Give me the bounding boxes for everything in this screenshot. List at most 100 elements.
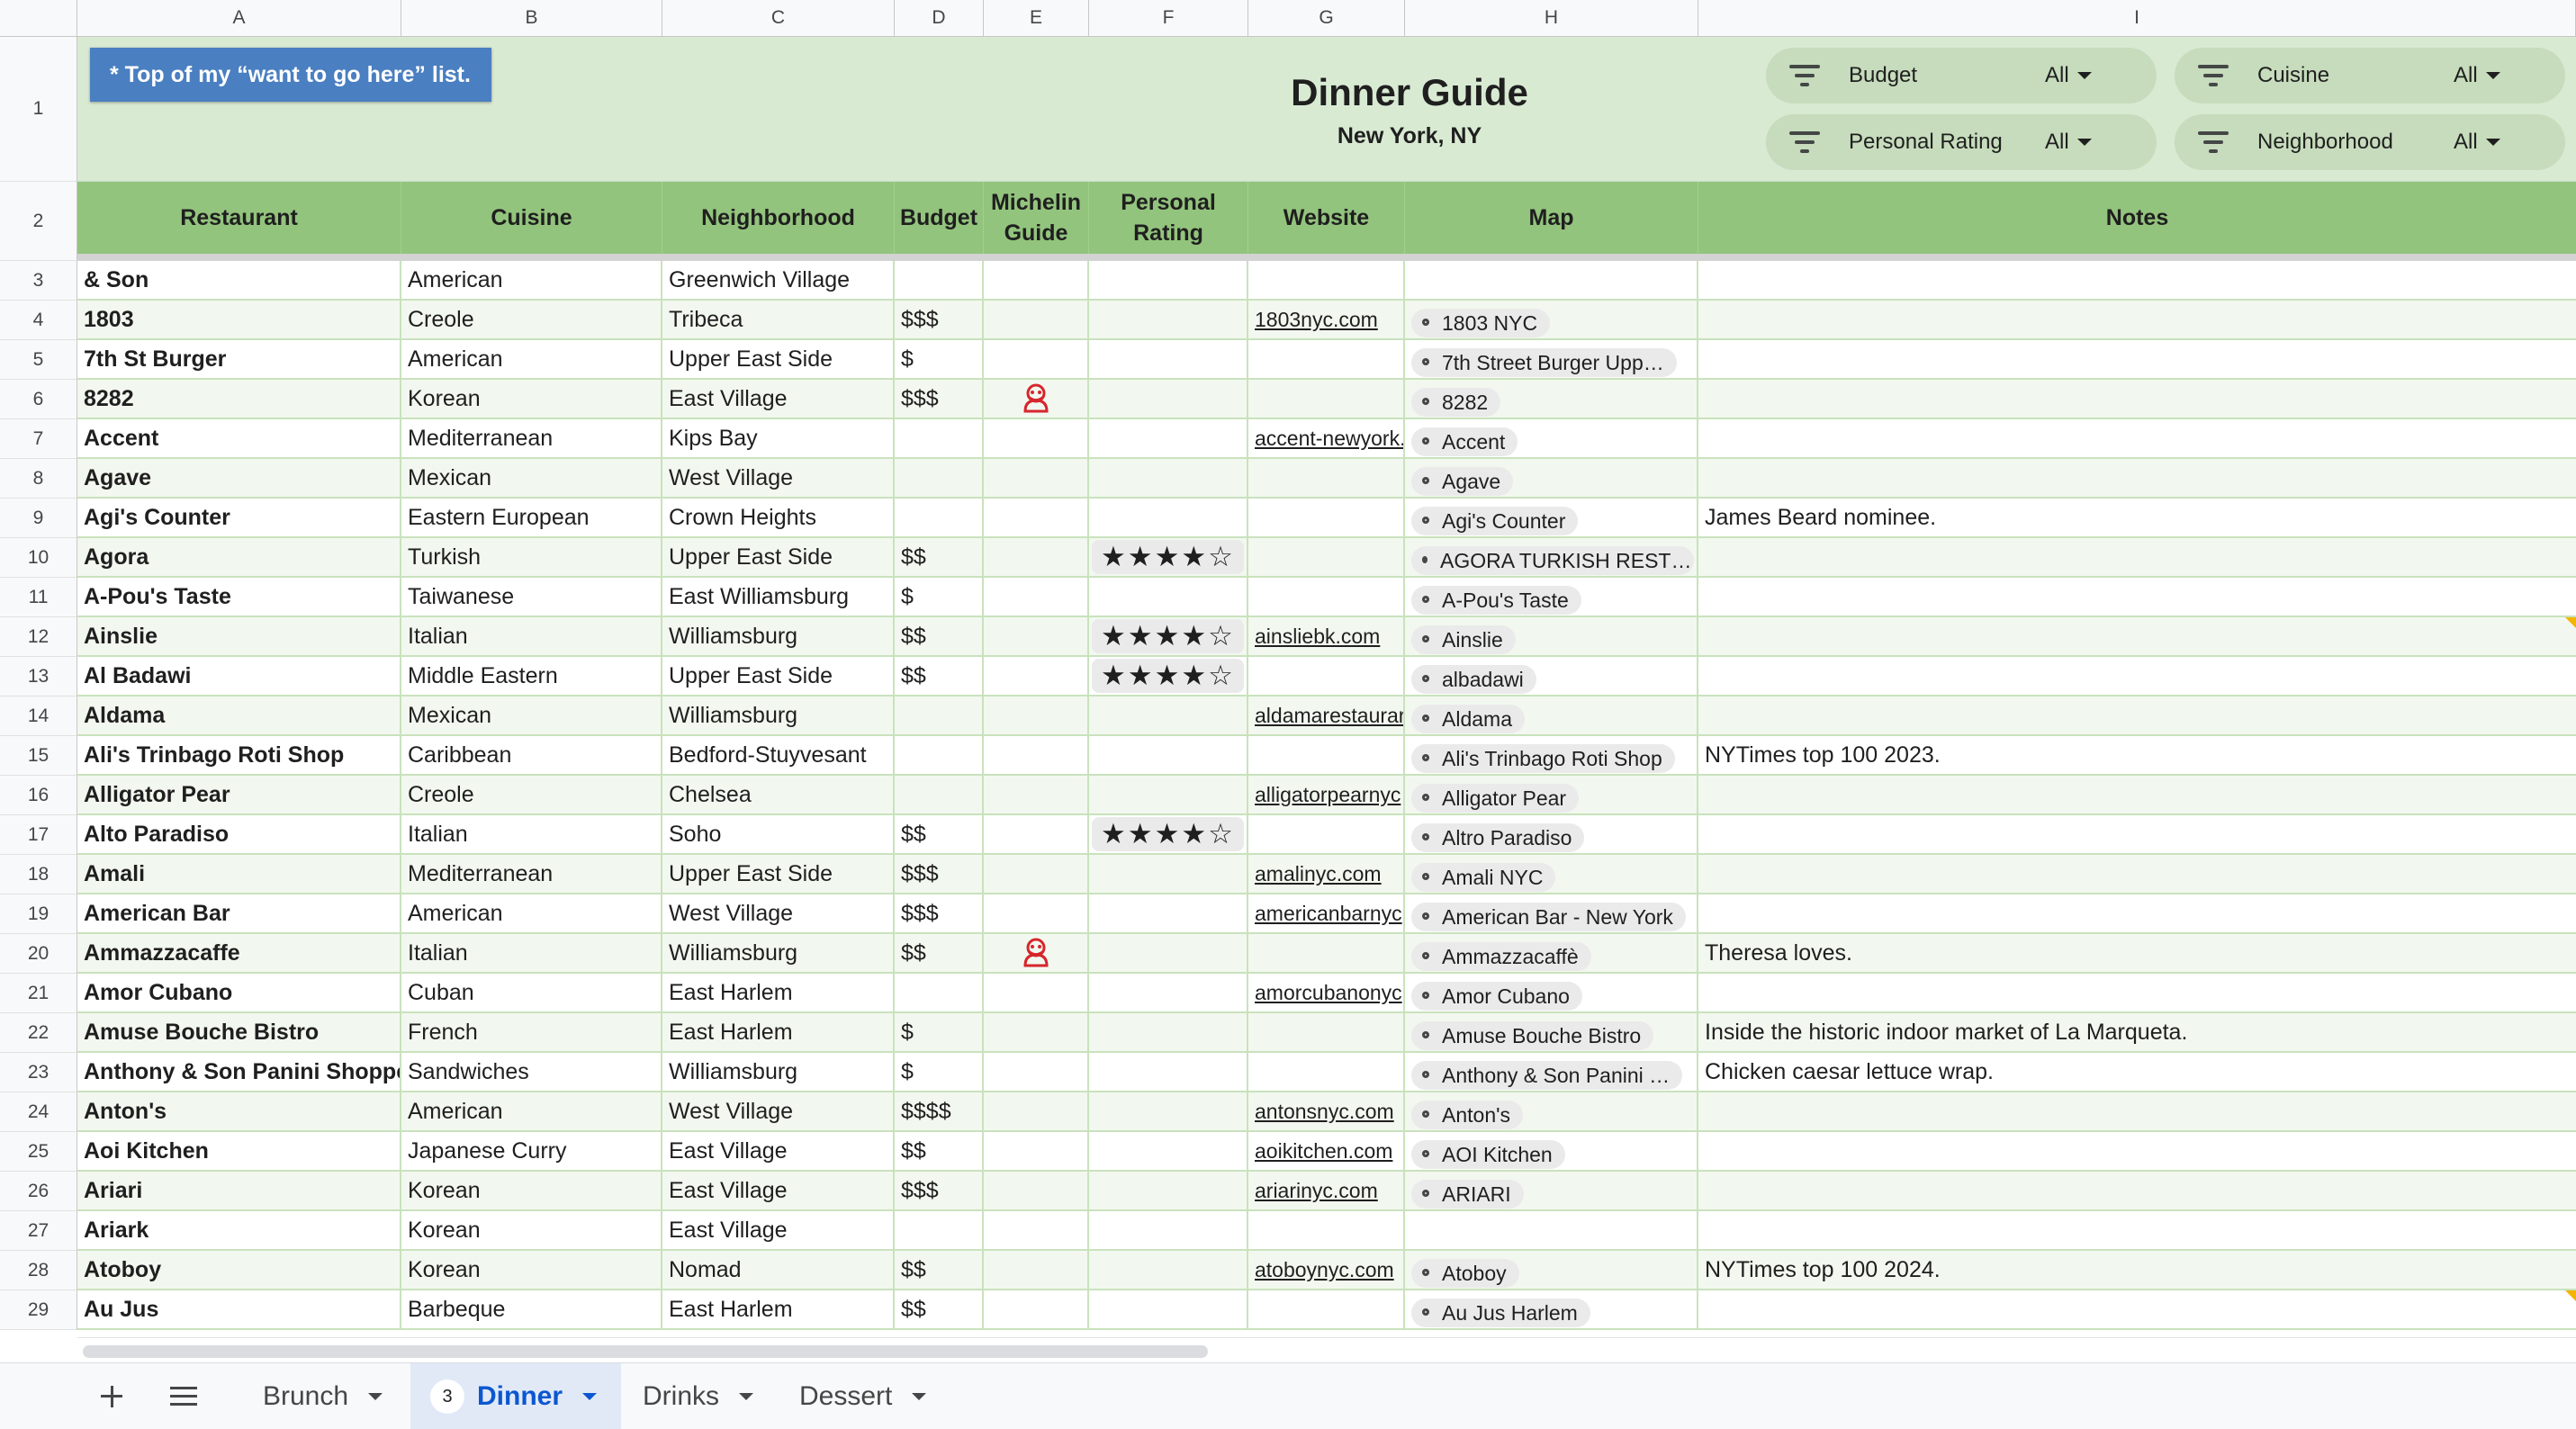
chevron-down-icon[interactable]	[912, 1393, 927, 1400]
column-header-d[interactable]: D	[895, 0, 984, 37]
cell-neighborhood[interactable]: Upper East Side	[662, 538, 895, 576]
cell-map[interactable]: American Bar - New York	[1405, 894, 1698, 932]
cell-cuisine[interactable]: Middle Eastern	[401, 657, 662, 695]
cell-neighborhood[interactable]: West Village	[662, 894, 895, 932]
cell-budget[interactable]: $$$	[895, 855, 984, 893]
cell-restaurant[interactable]: 1803	[77, 301, 401, 338]
cell-rating[interactable]	[1089, 499, 1248, 536]
row-header[interactable]: 26	[0, 1172, 77, 1211]
header-budget[interactable]: Budget	[895, 182, 984, 254]
cell-website-link[interactable]: ariarinyc.com	[1248, 1172, 1405, 1209]
cell-neighborhood[interactable]: West Village	[662, 459, 895, 497]
row-header[interactable]: 12	[0, 617, 77, 657]
map-place-chip[interactable]: albadawi	[1411, 665, 1536, 694]
cell-neighborhood[interactable]: East Village	[662, 1132, 895, 1170]
cell-rating[interactable]	[1089, 894, 1248, 932]
cell-map[interactable]: 8282	[1405, 380, 1698, 418]
cell-rating[interactable]	[1089, 697, 1248, 734]
cell-restaurant[interactable]: & Son	[77, 261, 401, 299]
filter-chip-budget[interactable]: Budget All	[1766, 48, 2157, 103]
cell-michelin[interactable]	[984, 499, 1089, 536]
cell-notes[interactable]	[1698, 1132, 2576, 1170]
column-header-b[interactable]: B	[401, 0, 662, 37]
map-place-chip[interactable]: Altro Paradiso	[1411, 823, 1585, 852]
cell-neighborhood[interactable]: Williamsburg	[662, 617, 895, 655]
cell-michelin[interactable]	[984, 1013, 1089, 1051]
cell-neighborhood[interactable]: Upper East Side	[662, 340, 895, 378]
row-header[interactable]: 9	[0, 499, 77, 538]
map-place-chip[interactable]: Accent	[1411, 427, 1518, 456]
star-rating[interactable]: ★★★★☆	[1092, 659, 1244, 693]
cell-website-link[interactable]	[1248, 1290, 1405, 1328]
cell-cuisine[interactable]: French	[401, 1013, 662, 1051]
cell-restaurant[interactable]: Accent	[77, 419, 401, 457]
cell-website-link[interactable]	[1248, 459, 1405, 497]
cell-notes[interactable]	[1698, 301, 2576, 338]
add-sheet-button[interactable]	[90, 1363, 133, 1429]
filter-value-dropdown[interactable]: All	[2045, 63, 2092, 88]
cell-restaurant[interactable]: Amor Cubano	[77, 974, 401, 1011]
cell-michelin[interactable]	[984, 1290, 1089, 1328]
cell-rating[interactable]	[1089, 1053, 1248, 1091]
filter-value-dropdown[interactable]: All	[2454, 130, 2500, 155]
cell-neighborhood[interactable]: Bedford-Stuyvesant	[662, 736, 895, 774]
cell-restaurant[interactable]: A-Pou's Taste	[77, 578, 401, 616]
row-header[interactable]: 27	[0, 1211, 77, 1251]
cell-cuisine[interactable]: Mexican	[401, 459, 662, 497]
map-place-chip[interactable]: Ali's Trinbago Roti Shop	[1411, 744, 1675, 773]
cell-budget[interactable]	[895, 776, 984, 813]
cell-notes[interactable]	[1698, 419, 2576, 457]
cell-restaurant[interactable]: Ariari	[77, 1172, 401, 1209]
cell-restaurant[interactable]: Ariark	[77, 1211, 401, 1249]
cell-budget[interactable]: $	[895, 340, 984, 378]
map-place-chip[interactable]: Amuse Bouche Bistro	[1411, 1021, 1654, 1050]
cell-cuisine[interactable]: Italian	[401, 934, 662, 972]
cell-michelin[interactable]	[984, 736, 1089, 774]
cell-map[interactable]: A-Pou's Taste	[1405, 578, 1698, 616]
cell-restaurant[interactable]: Anthony & Son Panini Shoppe	[77, 1053, 401, 1091]
comment-indicator[interactable]	[2565, 617, 2576, 628]
header-restaurant[interactable]: Restaurant	[77, 182, 401, 254]
column-header-f[interactable]: F	[1089, 0, 1248, 37]
cell-budget[interactable]: $$	[895, 657, 984, 695]
cell-rating[interactable]: ★★★★☆	[1089, 815, 1248, 853]
cell-website-link[interactable]	[1248, 578, 1405, 616]
cell-cuisine[interactable]: Taiwanese	[401, 578, 662, 616]
cell-notes[interactable]	[1698, 459, 2576, 497]
row-header[interactable]: 6	[0, 380, 77, 419]
cell-map[interactable]: AGORA TURKISH REST…	[1405, 538, 1698, 576]
map-place-chip[interactable]: Ammazzacaffè	[1411, 942, 1591, 971]
cell-website-link[interactable]	[1248, 657, 1405, 695]
map-place-chip[interactable]: AOI Kitchen	[1411, 1140, 1565, 1169]
cell-map[interactable]: 7th Street Burger Upp…	[1405, 340, 1698, 378]
map-place-chip[interactable]: Ainslie	[1411, 625, 1516, 654]
row-header[interactable]: 25	[0, 1132, 77, 1172]
cell-restaurant[interactable]: Ammazzacaffe	[77, 934, 401, 972]
map-place-chip[interactable]: Au Jus Harlem	[1411, 1299, 1590, 1327]
cell-neighborhood[interactable]: East Village	[662, 380, 895, 418]
cell-rating[interactable]	[1089, 1290, 1248, 1328]
cell-budget[interactable]: $$	[895, 1290, 984, 1328]
header-cuisine[interactable]: Cuisine	[401, 182, 662, 254]
cell-budget[interactable]: $$$	[895, 380, 984, 418]
row-header[interactable]: 18	[0, 855, 77, 894]
cell-budget[interactable]: $	[895, 1053, 984, 1091]
filter-value-dropdown[interactable]: All	[2045, 130, 2092, 155]
map-place-chip[interactable]: Amor Cubano	[1411, 982, 1582, 1011]
cell-website-link[interactable]: amorcubanonyc	[1248, 974, 1405, 1011]
cell-restaurant[interactable]: Amali	[77, 855, 401, 893]
cell-budget[interactable]	[895, 697, 984, 734]
cell-notes[interactable]: Theresa loves.	[1698, 934, 2576, 972]
cell-michelin[interactable]	[984, 1132, 1089, 1170]
cell-cuisine[interactable]: Korean	[401, 1211, 662, 1249]
cell-neighborhood[interactable]: Williamsburg	[662, 1053, 895, 1091]
cell-michelin[interactable]	[984, 1172, 1089, 1209]
frozen-rows-divider[interactable]	[77, 254, 2576, 261]
row-header[interactable]: 21	[0, 974, 77, 1013]
cell-michelin[interactable]	[984, 1092, 1089, 1130]
cell-cuisine[interactable]: Eastern European	[401, 499, 662, 536]
cell-neighborhood[interactable]: Crown Heights	[662, 499, 895, 536]
cell-budget[interactable]	[895, 499, 984, 536]
cell-michelin[interactable]	[984, 340, 1089, 378]
cell-notes[interactable]	[1698, 1211, 2576, 1249]
